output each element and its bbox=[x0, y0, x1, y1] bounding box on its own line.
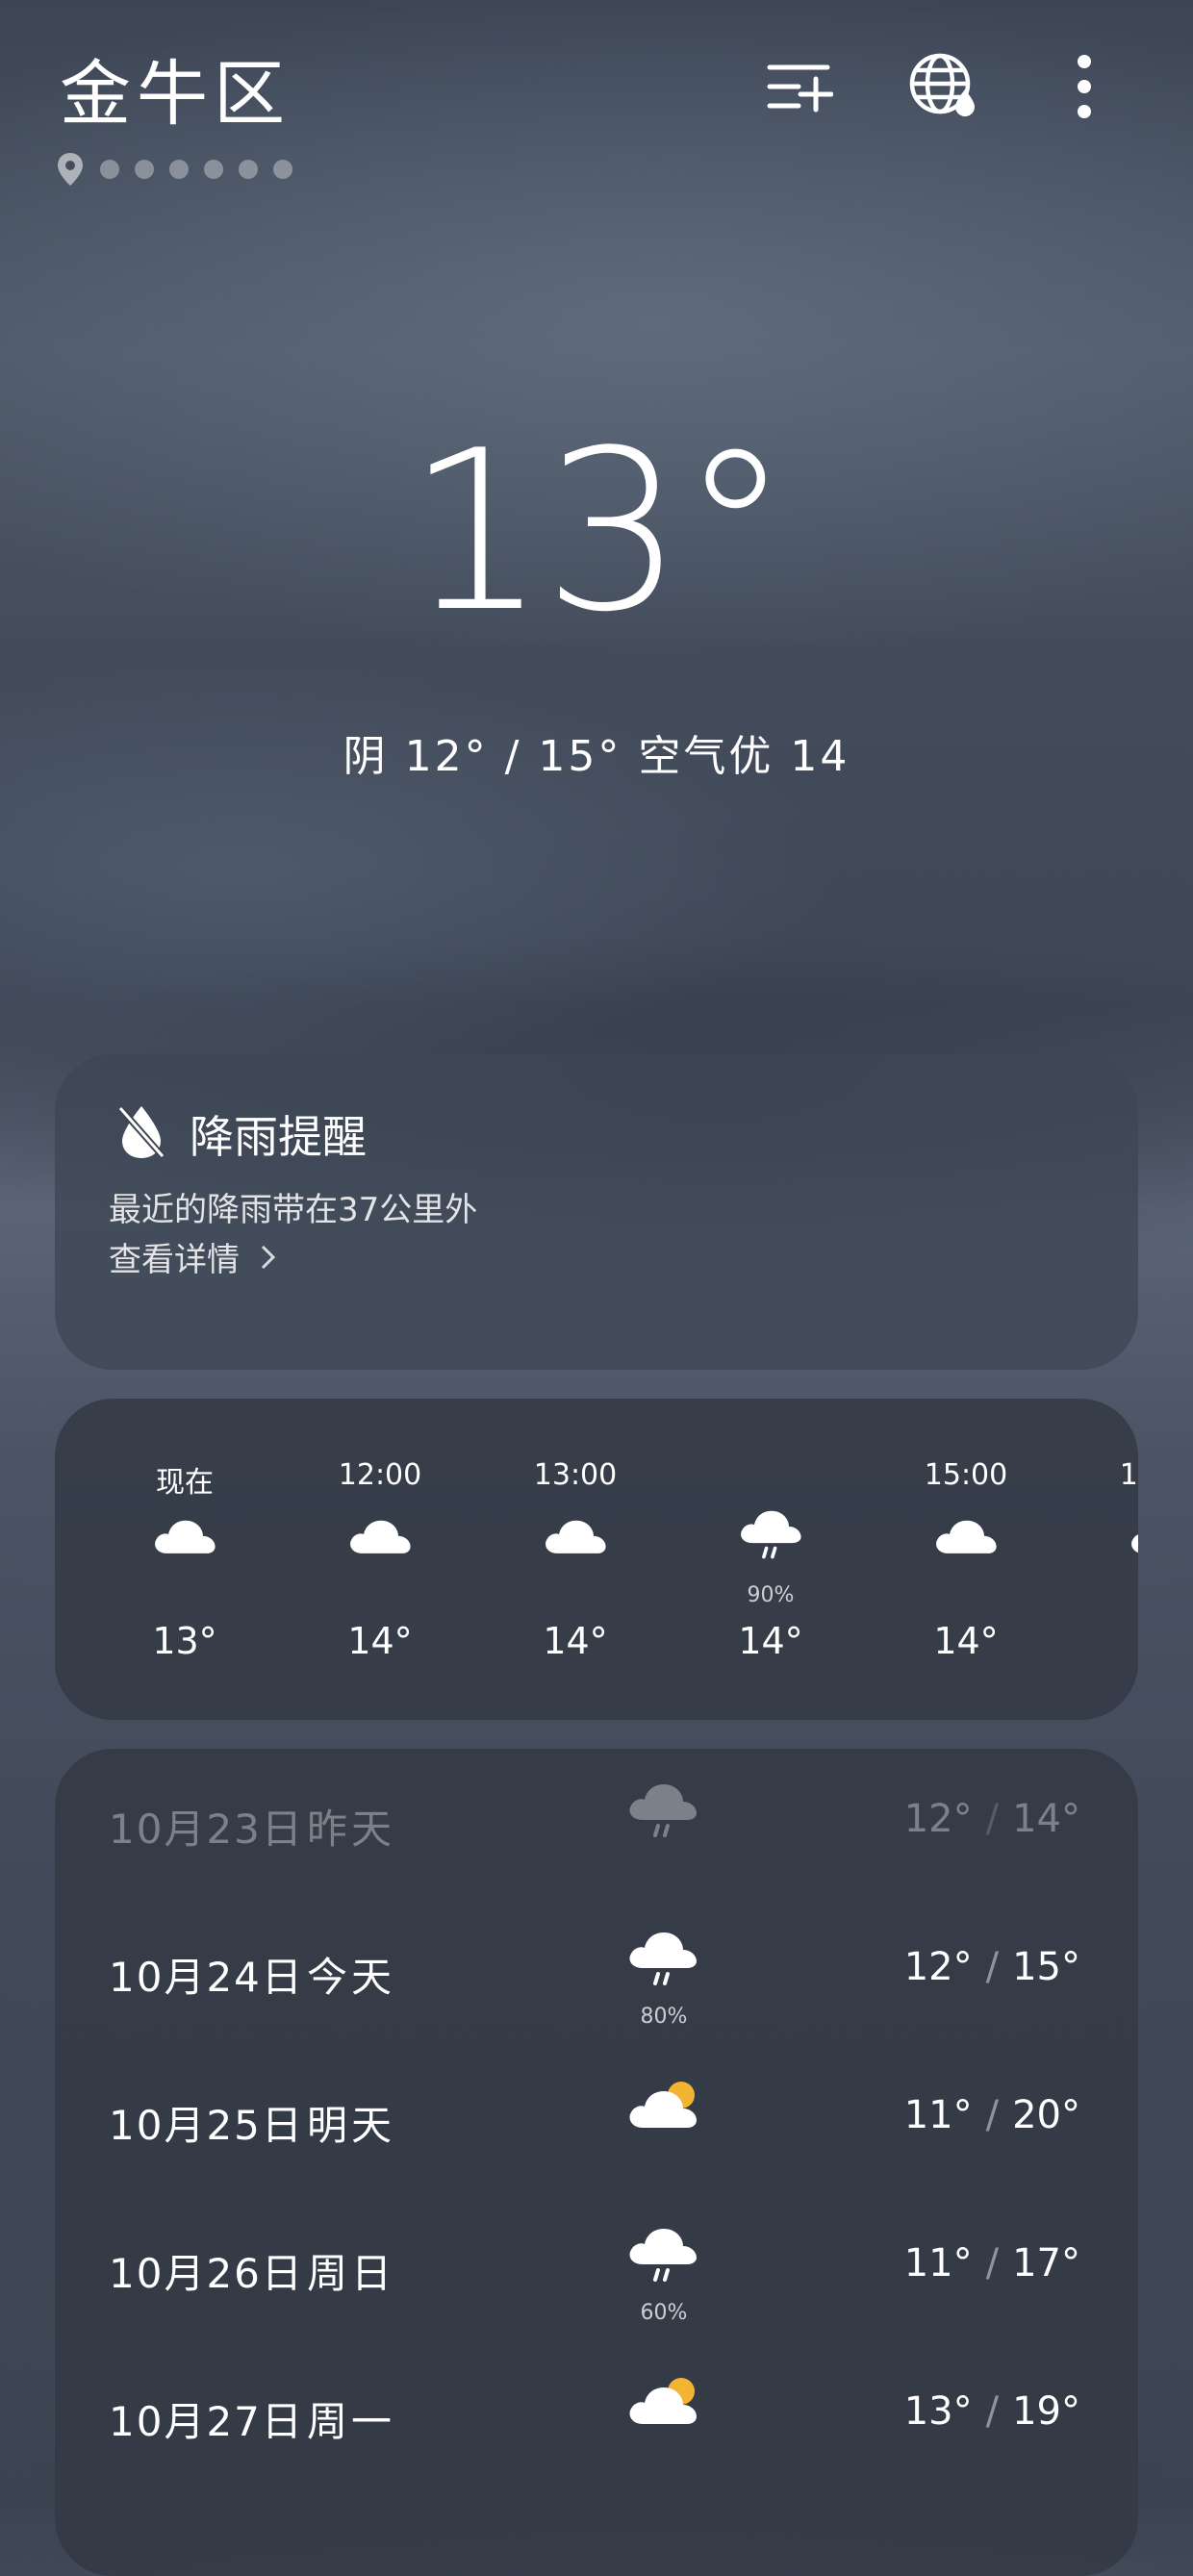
high-temp: 19° bbox=[1012, 2389, 1080, 2434]
hour-time: 13:00 bbox=[533, 1458, 618, 1492]
day-date: 10月27日 bbox=[109, 2398, 304, 2445]
more-vertical-icon bbox=[1078, 55, 1091, 118]
temp-range: 11° / 20° bbox=[904, 2093, 1080, 2137]
more-button[interactable] bbox=[1046, 48, 1123, 125]
day-weekday: 昨天 bbox=[307, 1806, 396, 1853]
hour-time: 16:00 bbox=[1119, 1458, 1138, 1492]
cloud-icon bbox=[542, 1504, 611, 1566]
precip-chance: 90% bbox=[747, 1583, 795, 1607]
day-weekday: 周日 bbox=[307, 2250, 396, 2297]
globe-icon bbox=[909, 53, 975, 116]
hourly-forecast-card[interactable]: 现在 13° 12:00 14° 13:00 14° 90% 14° 15:00 14° 16:00… bbox=[55, 1399, 1138, 1720]
rain-icon bbox=[625, 2222, 702, 2289]
details-link-label: 查看详情 bbox=[109, 1241, 240, 1279]
city-name[interactable]: 金牛区 bbox=[60, 37, 291, 139]
cloud-icon bbox=[932, 1504, 1002, 1566]
hour-temp: 14° bbox=[347, 1620, 413, 1662]
daily-forecast-card[interactable]: 10月23日 昨天 12° / 14° 10月24日 今天 80% 12° / 15° 10月25日明… bbox=[55, 1749, 1138, 2576]
temp-range: 11° / 17° bbox=[904, 2241, 1080, 2286]
page-dot[interactable] bbox=[100, 160, 119, 179]
precip-chance: 60% bbox=[640, 2301, 688, 2325]
cloud-icon bbox=[151, 1504, 220, 1566]
temp-range: 12° / 15° bbox=[904, 1945, 1080, 1989]
location-pin-icon bbox=[58, 153, 83, 186]
low-temp: 11° bbox=[903, 2093, 973, 2137]
add-city-icon bbox=[767, 64, 833, 113]
day-date: 10月23日 bbox=[109, 1806, 304, 1853]
hour-temp: 13° bbox=[152, 1620, 217, 1662]
daily-row[interactable]: 10月23日 昨天 12° / 14° bbox=[55, 1749, 1138, 1893]
low-temp: 12° bbox=[903, 1945, 973, 1989]
add-city-button[interactable] bbox=[760, 48, 837, 125]
daily-row[interactable]: 10月24日 今天 80% 12° / 15° bbox=[55, 1897, 1138, 2041]
range-separator: / bbox=[985, 1797, 1000, 1841]
location-pager bbox=[56, 152, 292, 187]
top-bar: 金牛区 bbox=[0, 0, 1193, 192]
day-weekday: 明天 bbox=[307, 2102, 396, 2149]
partly-sunny-icon bbox=[625, 2370, 702, 2437]
precip-chance: 80% bbox=[640, 2005, 688, 2029]
low-temp: 11° bbox=[903, 2241, 973, 2286]
rain-alert-description: 最近的降雨带在37公里外 bbox=[109, 1191, 478, 1229]
partly-sunny-icon bbox=[625, 2074, 702, 2141]
daily-row[interactable]: 10月26日 周日 60% 11° / 17° bbox=[55, 2193, 1138, 2337]
no-rain-drop-icon bbox=[117, 1105, 165, 1159]
hour-time: 现在 bbox=[156, 1466, 214, 1500]
range-separator: / bbox=[985, 2241, 1000, 2286]
page-dot[interactable] bbox=[273, 160, 292, 179]
page-dot[interactable] bbox=[239, 160, 258, 179]
current-temperature: 13° bbox=[406, 404, 791, 661]
day-date: 10月24日 bbox=[109, 1954, 304, 2001]
rain-icon bbox=[625, 1926, 702, 1993]
day-date: 10月26日 bbox=[109, 2250, 304, 2297]
rain-icon bbox=[625, 1778, 702, 1845]
high-temp: 14° bbox=[1012, 1797, 1080, 1841]
hour-temp: 15 bbox=[1079, 1620, 1139, 1662]
rain-icon bbox=[737, 1504, 806, 1566]
hour-time: 12:00 bbox=[338, 1458, 422, 1492]
hour-temp: 14° bbox=[933, 1620, 999, 1662]
range-separator: / bbox=[985, 1945, 1000, 1989]
cloud-icon bbox=[1128, 1504, 1138, 1566]
day-date: 10月25日 bbox=[109, 2102, 304, 2149]
rain-alert-details-link[interactable]: 查看详情 bbox=[109, 1233, 277, 1280]
current-summary[interactable]: 阴 12° / 15° 空气优 14 bbox=[0, 721, 1193, 783]
daily-row[interactable]: 10月25日 明天 11° / 20° bbox=[55, 2045, 1138, 2189]
low-temp: 13° bbox=[903, 2389, 973, 2434]
high-temp: 17° bbox=[1012, 2241, 1080, 2286]
range-separator: / bbox=[985, 2389, 1000, 2434]
range-separator: / bbox=[985, 2093, 1000, 2137]
rain-alert-title: 降雨提醒 bbox=[190, 1111, 367, 1163]
low-temp: 12° bbox=[903, 1797, 973, 1841]
high-temp: 20° bbox=[1012, 2093, 1080, 2137]
globe-button[interactable] bbox=[904, 48, 981, 125]
page-dot[interactable] bbox=[169, 160, 189, 179]
daily-row[interactable]: 10月27日 周一 13° / 19° bbox=[55, 2341, 1138, 2486]
day-weekday: 周一 bbox=[307, 2398, 396, 2445]
hour-temp: 14° bbox=[543, 1620, 608, 1662]
temp-range: 12° / 14° bbox=[904, 1797, 1080, 1841]
rain-alert-card[interactable]: 降雨提醒 最近的降雨带在37公里外 查看详情 bbox=[55, 1054, 1138, 1370]
chevron-right-icon bbox=[260, 1241, 277, 1279]
cloud-icon bbox=[346, 1504, 416, 1566]
page-dot[interactable] bbox=[204, 160, 223, 179]
temp-range: 13° / 19° bbox=[904, 2389, 1080, 2434]
high-temp: 15° bbox=[1012, 1945, 1080, 1989]
page-dot[interactable] bbox=[135, 160, 154, 179]
hour-time: 15:00 bbox=[924, 1458, 1008, 1492]
hour-temp: 14° bbox=[738, 1620, 803, 1662]
day-weekday: 今天 bbox=[307, 1954, 396, 2001]
